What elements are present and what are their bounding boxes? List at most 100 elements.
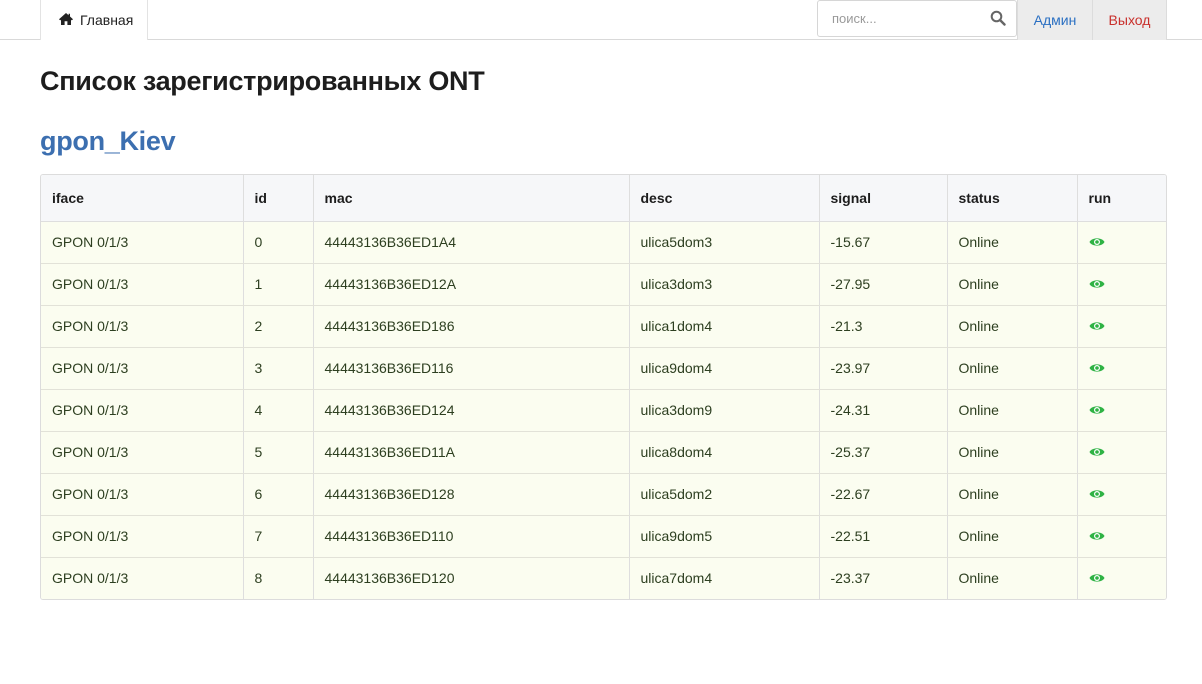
cell-desc: ulica5dom3 xyxy=(629,221,820,264)
cell-desc: ulica9dom5 xyxy=(629,515,820,558)
eye-icon[interactable] xyxy=(1089,571,1105,587)
cell-status: Online xyxy=(947,347,1078,390)
column-header-desc: desc xyxy=(629,175,820,222)
cell-iface: GPON 0/1/3 xyxy=(41,263,244,306)
cell-iface: GPON 0/1/3 xyxy=(41,473,244,516)
cell-signal: -22.67 xyxy=(819,473,948,516)
cell-run xyxy=(1077,305,1166,348)
cell-mac: 44443136B36ED128 xyxy=(313,473,630,516)
column-header-iface: iface xyxy=(41,175,244,222)
table-row: GPON 0/1/3 3 44443136B36ED116 ulica9dom4 -23… xyxy=(41,347,1166,390)
cell-run xyxy=(1077,389,1166,432)
cell-mac: 44443136B36ED11A xyxy=(313,431,630,474)
cell-desc: ulica3dom9 xyxy=(629,389,820,432)
cell-run xyxy=(1077,473,1166,516)
cell-id: 7 xyxy=(243,515,314,558)
cell-iface: GPON 0/1/3 xyxy=(41,431,244,474)
cell-iface: GPON 0/1/3 xyxy=(41,347,244,390)
cell-status: Online xyxy=(947,389,1078,432)
cell-iface: GPON 0/1/3 xyxy=(41,389,244,432)
cell-desc: ulica8dom4 xyxy=(629,431,820,474)
eye-icon[interactable] xyxy=(1089,361,1105,377)
page-title: Список зарегистрированных ONT xyxy=(40,66,485,96)
cell-status: Online xyxy=(947,431,1078,474)
cell-desc: ulica7dom4 xyxy=(629,557,820,599)
cell-iface: GPON 0/1/3 xyxy=(41,557,244,599)
nav-logout-link[interactable]: Выход xyxy=(1092,0,1167,40)
column-header-signal: signal xyxy=(819,175,948,222)
cell-mac: 44443136B36ED186 xyxy=(313,305,630,348)
cell-status: Online xyxy=(947,263,1078,306)
cell-signal: -22.51 xyxy=(819,515,948,558)
cell-signal: -24.31 xyxy=(819,389,948,432)
cell-status: Online xyxy=(947,473,1078,516)
cell-signal: -23.97 xyxy=(819,347,948,390)
column-header-mac: mac xyxy=(313,175,630,222)
olt-name-heading[interactable]: gpon_Kiev xyxy=(40,126,176,157)
ont-table-container: iface id mac desc signal status run GPON… xyxy=(40,174,1167,600)
column-header-run: run xyxy=(1077,175,1166,222)
search-icon[interactable] xyxy=(990,10,1008,28)
table-body: GPON 0/1/3 0 44443136B36ED1A4 ulica5dom3 -15… xyxy=(41,221,1166,599)
column-header-status: status xyxy=(947,175,1078,222)
cell-status: Online xyxy=(947,305,1078,348)
ont-table: iface id mac desc signal status run GPON… xyxy=(41,175,1166,599)
cell-mac: 44443136B36ED1A4 xyxy=(313,221,630,264)
cell-run xyxy=(1077,431,1166,474)
cell-mac: 44443136B36ED124 xyxy=(313,389,630,432)
table-row: GPON 0/1/3 6 44443136B36ED128 ulica5dom2 -22… xyxy=(41,473,1166,516)
table-row: GPON 0/1/3 0 44443136B36ED1A4 ulica5dom3 -15… xyxy=(41,221,1166,264)
nav-admin-link[interactable]: Админ xyxy=(1017,0,1092,40)
table-header-row: iface id mac desc signal status run xyxy=(41,175,1166,222)
table-row: GPON 0/1/3 2 44443136B36ED186 ulica1dom4 -21… xyxy=(41,305,1166,348)
top-navbar: Главная Админ Выход xyxy=(0,0,1202,40)
search-input[interactable] xyxy=(818,1,988,36)
cell-id: 3 xyxy=(243,347,314,390)
search-form xyxy=(817,0,1017,37)
cell-status: Online xyxy=(947,221,1078,264)
cell-desc: ulica5dom2 xyxy=(629,473,820,516)
eye-icon[interactable] xyxy=(1089,235,1105,251)
cell-signal: -21.3 xyxy=(819,305,948,348)
cell-run xyxy=(1077,263,1166,306)
cell-run xyxy=(1077,221,1166,264)
table-row: GPON 0/1/3 8 44443136B36ED120 ulica7dom4 -23… xyxy=(41,557,1166,599)
cell-desc: ulica9dom4 xyxy=(629,347,820,390)
home-icon xyxy=(58,12,80,29)
cell-signal: -27.95 xyxy=(819,263,948,306)
cell-mac: 44443136B36ED120 xyxy=(313,557,630,599)
column-header-id: id xyxy=(243,175,314,222)
eye-icon[interactable] xyxy=(1089,277,1105,293)
nav-home-link[interactable]: Главная xyxy=(40,0,148,40)
cell-signal: -25.37 xyxy=(819,431,948,474)
cell-id: 6 xyxy=(243,473,314,516)
cell-desc: ulica1dom4 xyxy=(629,305,820,348)
cell-status: Online xyxy=(947,557,1078,599)
cell-iface: GPON 0/1/3 xyxy=(41,515,244,558)
cell-id: 0 xyxy=(243,221,314,264)
cell-id: 1 xyxy=(243,263,314,306)
table-row: GPON 0/1/3 4 44443136B36ED124 ulica3dom9 -24… xyxy=(41,389,1166,432)
eye-icon[interactable] xyxy=(1089,529,1105,545)
cell-run xyxy=(1077,557,1166,599)
cell-iface: GPON 0/1/3 xyxy=(41,305,244,348)
cell-id: 4 xyxy=(243,389,314,432)
cell-mac: 44443136B36ED116 xyxy=(313,347,630,390)
table-row: GPON 0/1/3 5 44443136B36ED11A ulica8dom4 -25… xyxy=(41,431,1166,474)
table-row: GPON 0/1/3 7 44443136B36ED110 ulica9dom5 -22… xyxy=(41,515,1166,558)
eye-icon[interactable] xyxy=(1089,445,1105,461)
eye-icon[interactable] xyxy=(1089,403,1105,419)
cell-id: 2 xyxy=(243,305,314,348)
cell-iface: GPON 0/1/3 xyxy=(41,221,244,264)
eye-icon[interactable] xyxy=(1089,487,1105,503)
cell-id: 5 xyxy=(243,431,314,474)
cell-mac: 44443136B36ED110 xyxy=(313,515,630,558)
eye-icon[interactable] xyxy=(1089,319,1105,335)
cell-status: Online xyxy=(947,515,1078,558)
nav-home-label: Главная xyxy=(80,12,134,28)
cell-run xyxy=(1077,347,1166,390)
cell-id: 8 xyxy=(243,557,314,599)
cell-mac: 44443136B36ED12A xyxy=(313,263,630,306)
cell-signal: -15.67 xyxy=(819,221,948,264)
table-row: GPON 0/1/3 1 44443136B36ED12A ulica3dom3 -27… xyxy=(41,263,1166,306)
